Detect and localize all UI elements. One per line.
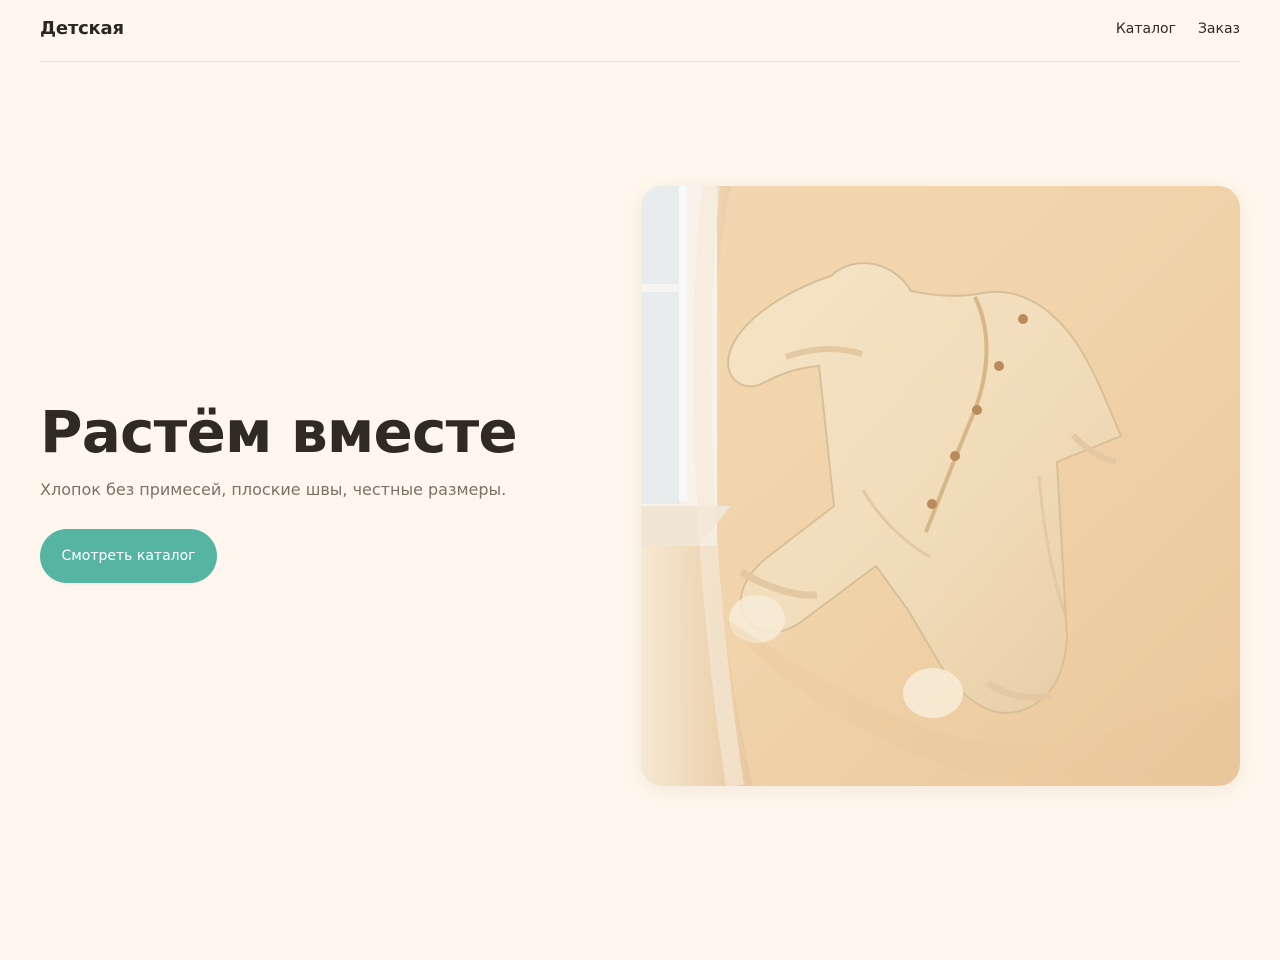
main-nav: Каталог Заказ (1116, 21, 1240, 37)
baby-romper-illustration (641, 186, 1240, 786)
view-catalog-button[interactable]: Смотреть каталог (40, 529, 217, 583)
hero-title: Растём вместе (40, 398, 518, 466)
site-header: Детская Каталог Заказ (40, 0, 1240, 62)
hero-image (641, 186, 1240, 786)
nav-item-catalog[interactable]: Каталог (1116, 21, 1176, 37)
hero-text: Растём вместе Хлопок без примесей, плоск… (40, 398, 600, 583)
nav-item-order[interactable]: Заказ (1198, 21, 1240, 37)
hero-subtitle: Хлопок без примесей, плоские швы, честны… (40, 480, 507, 499)
site-logo[interactable]: Детская (40, 18, 124, 39)
